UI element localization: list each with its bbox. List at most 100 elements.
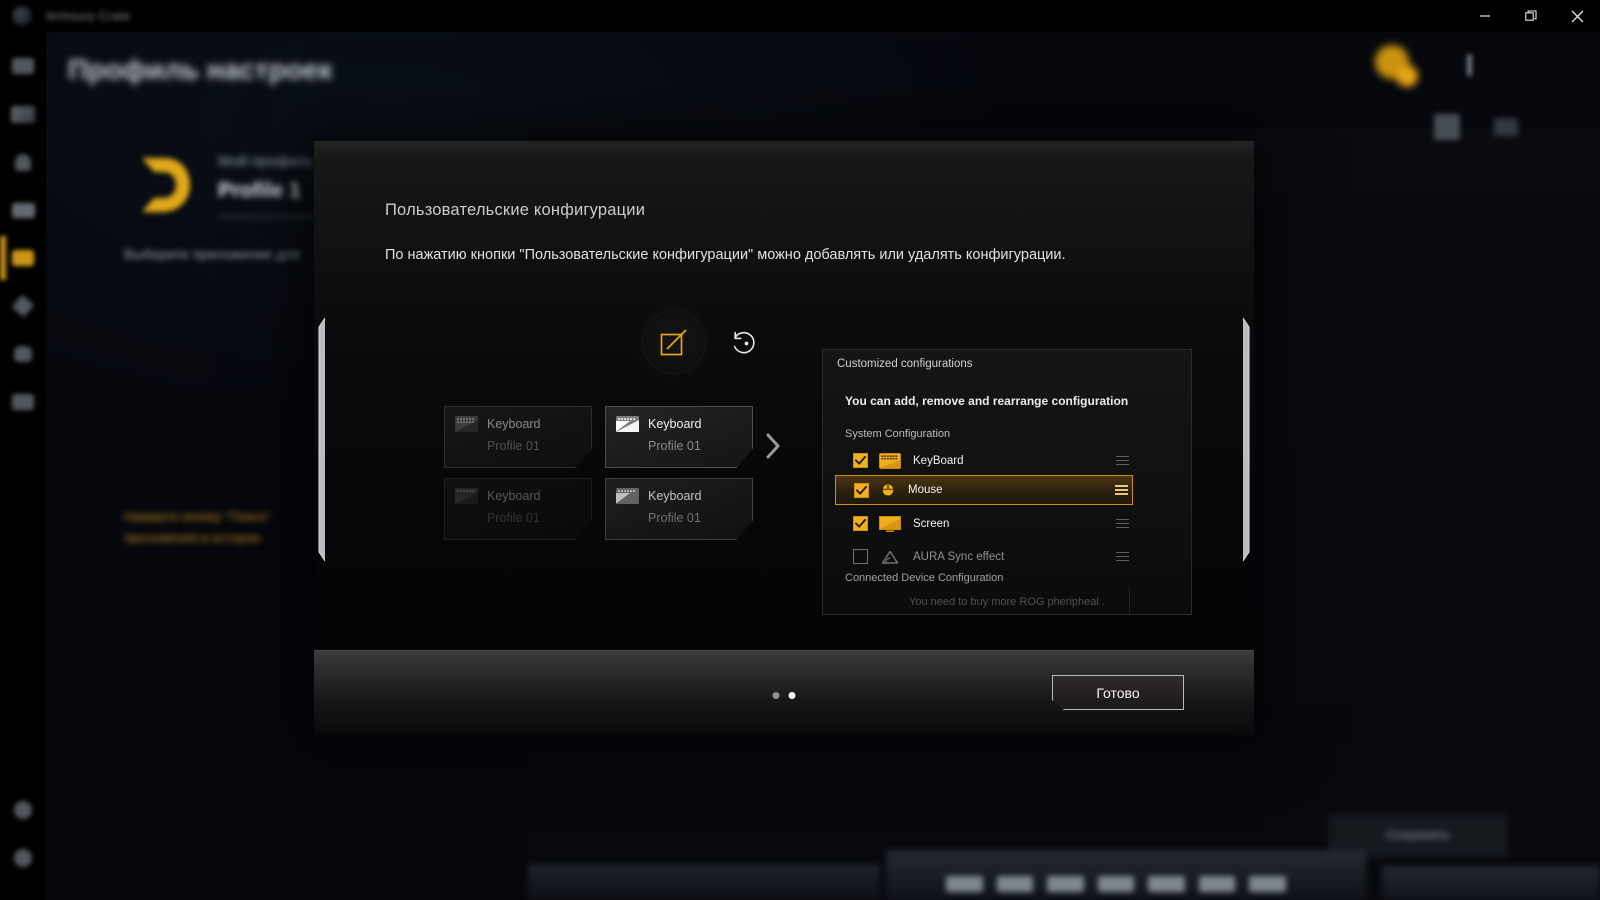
dialog-action-icons — [636, 304, 760, 380]
drag-handle-icon[interactable] — [1116, 518, 1129, 529]
aura-icon — [15, 153, 31, 171]
edit-icon[interactable] — [1494, 118, 1518, 136]
drag-handle-icon[interactable] — [1116, 551, 1129, 562]
profile-settings-icon — [12, 250, 34, 266]
profile-card-profile: Profile 01 — [648, 511, 701, 525]
rog-d-logo-icon — [142, 158, 190, 212]
dialog-title: Пользовательские конфигурации — [385, 201, 646, 219]
edit-button[interactable] — [636, 304, 712, 380]
news-icon — [12, 394, 34, 410]
sidebar-item-home[interactable] — [0, 42, 46, 90]
profile-card-name: Keyboard — [648, 489, 702, 503]
restore-button[interactable] — [1508, 0, 1554, 32]
aura-icon — [881, 550, 899, 564]
reset-button[interactable] — [726, 325, 760, 359]
background-strip-center — [886, 850, 1366, 900]
keyboard-icon — [879, 452, 901, 469]
section-system-configuration: System Configuration — [845, 428, 951, 440]
profile-card[interactable]: Keyboard Profile 01 — [444, 406, 592, 468]
mouse-icon — [882, 484, 894, 496]
profile-card-name: Keyboard — [487, 489, 541, 503]
add-icon[interactable] — [1434, 114, 1460, 140]
checkbox-aura-sync[interactable] — [853, 549, 868, 564]
panel-handle-left-icon[interactable] — [316, 318, 326, 561]
checkbox-keyboard[interactable] — [853, 453, 868, 468]
minimize-button[interactable] — [1462, 0, 1508, 32]
profile-card-profile: Profile 01 — [487, 511, 540, 525]
checkbox-screen[interactable] — [853, 516, 868, 531]
sidebar-bottom-group — [0, 786, 46, 882]
sidebar-item-device[interactable] — [0, 90, 46, 138]
background-key-row — [946, 876, 1287, 892]
background-strip-right — [1382, 866, 1600, 900]
drag-handle-icon[interactable] — [1115, 485, 1128, 495]
user-account-icon — [14, 801, 32, 819]
save-button-label: Сохранить — [1385, 827, 1451, 842]
sidebar-item-profile-settings[interactable] — [0, 234, 46, 282]
config-row-mouse[interactable]: Mouse — [835, 475, 1133, 505]
dialog-footer: Готово — [314, 650, 1254, 733]
drag-handle-icon[interactable] — [1116, 455, 1129, 466]
app-logo-icon — [12, 6, 32, 26]
more-vertical-icon[interactable] — [1467, 54, 1472, 76]
checkbox-mouse[interactable] — [854, 482, 869, 498]
checkmark-icon — [855, 456, 866, 465]
user-avatar-icon[interactable] — [1368, 42, 1424, 90]
dialog-header-bar — [314, 141, 1254, 165]
sidebar-nav — [0, 32, 46, 900]
profile-card-profile: Profile 01 — [648, 439, 701, 453]
keyboard-icon — [455, 416, 478, 432]
hint-note: Нажмите кнопку "Поиск" приложения в исто… — [124, 506, 344, 548]
empty-state-note: You need to buy more ROG pheripheal . — [909, 596, 1105, 608]
section-connected-device-configuration: Connected Device Configuration — [845, 572, 1004, 584]
page-subtitle: Выберите приложение для — [124, 246, 301, 262]
profile-card[interactable]: Keyboard Profile 01 — [605, 406, 753, 468]
pagination-dot-active[interactable] — [788, 692, 796, 699]
scenario-icon — [11, 202, 35, 218]
sidebar-item-game-library[interactable] — [0, 330, 46, 378]
config-label: AURA Sync effect — [913, 550, 1005, 563]
profile-card-profile: Profile 01 — [487, 439, 540, 453]
configuration-list: KeyBoard Mouse Screen AURA Sync effect — [833, 446, 1133, 571]
sidebar-item-account[interactable] — [0, 786, 46, 834]
config-row-keyboard[interactable]: KeyBoard — [833, 446, 1133, 475]
title-bar: Armoury Crate — [0, 0, 1600, 32]
customized-configurations-popup: Customized configurations You can add, r… — [822, 349, 1192, 615]
keyboard-icon — [616, 488, 639, 504]
screen-icon — [879, 515, 901, 532]
pagination-dot[interactable] — [772, 692, 780, 699]
dialog-description: По нажатию кнопки "Пользовательские конф… — [385, 247, 1066, 263]
popup-subtitle: You can add, remove and rearrange config… — [845, 394, 1129, 408]
config-row-screen[interactable]: Screen — [833, 509, 1133, 538]
done-button[interactable]: Готово — [1052, 675, 1184, 710]
sidebar-item-news[interactable] — [0, 378, 46, 426]
window-controls — [1462, 0, 1600, 32]
profile-card-grid: Keyboard Profile 01 Keyboard Profile 01 … — [444, 406, 804, 540]
application-window: Armoury Crate Профиль настроек Мой профи… — [0, 0, 1600, 900]
customized-configurations-dialog: Пользовательские конфигурации По нажатию… — [314, 141, 1254, 733]
pagination-dots — [772, 692, 796, 699]
settings-icon — [14, 849, 32, 867]
keyboard-icon — [455, 488, 478, 504]
profile-card[interactable]: Keyboard Profile 01 — [605, 478, 753, 540]
config-row-aura-sync[interactable]: AURA Sync effect — [833, 542, 1133, 571]
close-button[interactable] — [1554, 0, 1600, 32]
profile-card[interactable]: Keyboard Profile 01 — [444, 478, 592, 540]
sidebar-item-settings[interactable] — [0, 834, 46, 882]
game-library-icon — [14, 346, 32, 362]
page-title: Профиль настроек — [68, 54, 333, 85]
sidebar-item-scenario[interactable] — [0, 186, 46, 234]
sidebar-item-aura[interactable] — [0, 138, 46, 186]
chevron-right-icon — [766, 433, 780, 459]
background-strip-left — [528, 864, 880, 900]
reset-circular-arrow-icon — [733, 331, 755, 354]
checkmark-icon — [855, 519, 866, 528]
panel-handle-right-icon[interactable] — [1242, 318, 1252, 561]
home-icon — [12, 58, 34, 74]
config-label: Mouse — [908, 484, 943, 496]
sidebar-item-tools[interactable] — [0, 282, 46, 330]
tools-icon — [11, 294, 35, 318]
next-page-arrow[interactable] — [766, 433, 781, 464]
hint-note-line1: Нажмите кнопку "Поиск" — [124, 509, 271, 524]
app-title: Armoury Crate — [46, 9, 131, 23]
